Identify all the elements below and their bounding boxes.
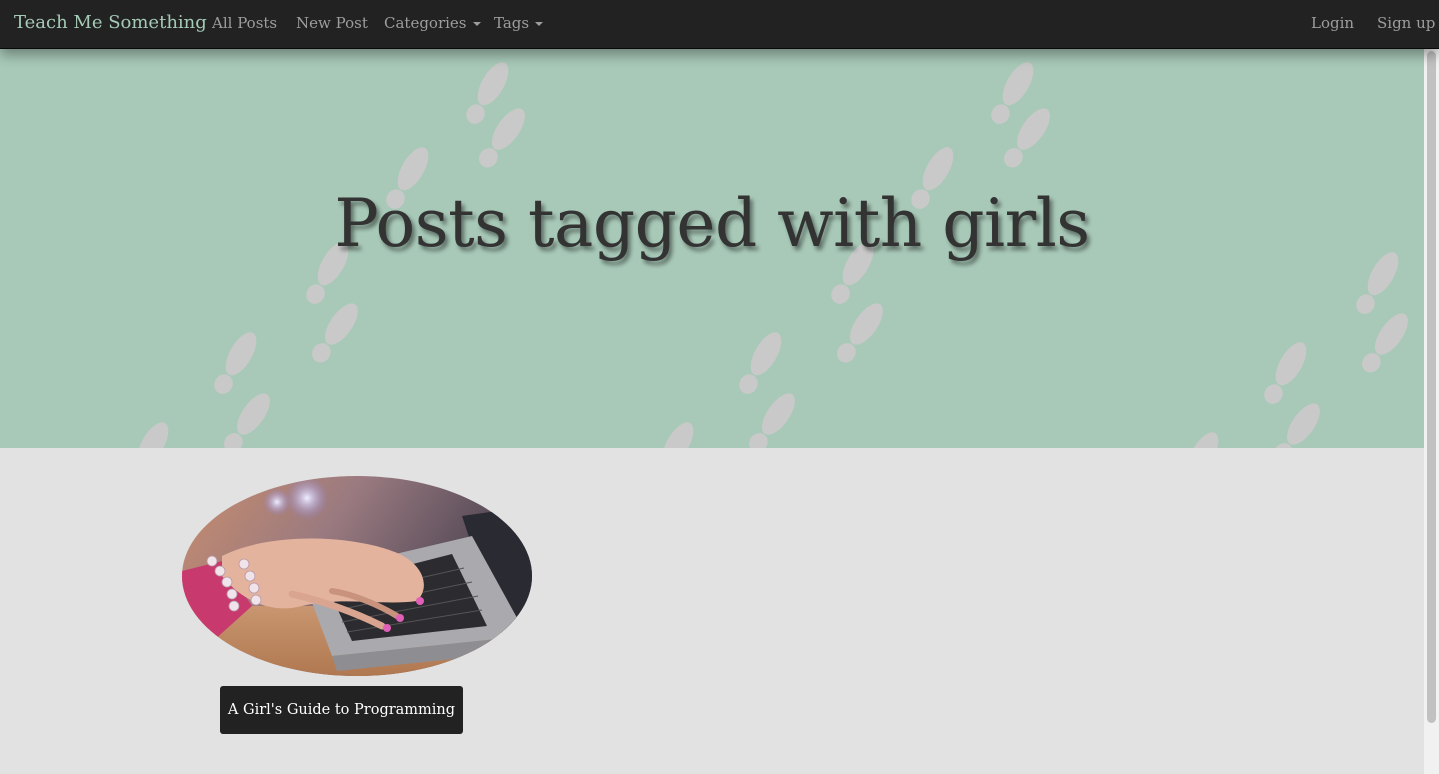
caret-down-icon xyxy=(472,22,481,26)
nav-signup[interactable]: Sign up xyxy=(1377,0,1435,48)
post-thumbnail[interactable] xyxy=(182,476,532,676)
hero-banner: Posts tagged with girls xyxy=(0,49,1424,448)
scrollbar-thumb[interactable] xyxy=(1427,51,1436,723)
nav-tags-dropdown[interactable]: Tags xyxy=(494,0,544,48)
nav-categories-dropdown[interactable]: Categories xyxy=(384,0,481,48)
nav-new-post[interactable]: New Post xyxy=(296,0,368,48)
nav-all-posts[interactable]: All Posts xyxy=(212,0,277,48)
page-scrollbar[interactable] xyxy=(1424,49,1439,774)
tags-label: Tags xyxy=(494,14,530,32)
caret-down-icon xyxy=(535,22,544,26)
page-title: Posts tagged with girls xyxy=(334,185,1090,262)
brand-link[interactable]: Teach Me Something xyxy=(14,0,207,48)
nav-login[interactable]: Login xyxy=(1311,0,1354,48)
top-navbar: Teach Me Something All Posts New Post Ca… xyxy=(0,0,1439,49)
categories-label: Categories xyxy=(384,14,467,32)
post-title-button[interactable]: A Girl's Guide to Programming xyxy=(220,686,463,734)
